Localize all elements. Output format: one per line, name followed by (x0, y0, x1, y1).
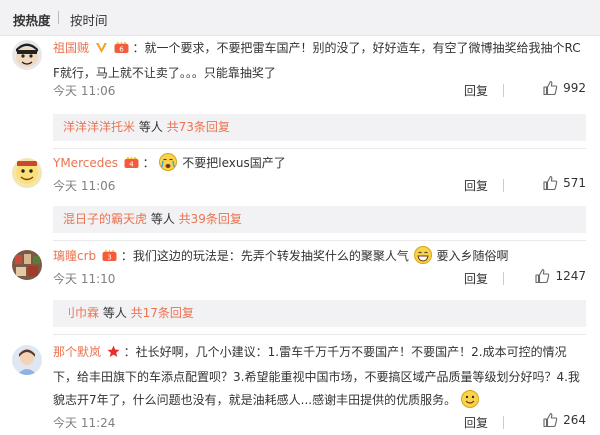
comment-text-end: 要入乡随俗啊 (436, 249, 509, 263)
comment-meta: 今天 11:10 回复 1247 (53, 268, 586, 288)
reply-summary-text: 等人 (147, 212, 179, 226)
star-badge-icon (107, 343, 120, 366)
smiling-face-emoji-icon (460, 390, 479, 408)
like-count: 992 (563, 81, 586, 95)
verified-v-icon (95, 39, 108, 62)
sort-bar: 按热度 按时间 (0, 0, 600, 36)
comment-time: 今天 11:06 (53, 179, 116, 193)
reply-button[interactable]: 回复 (464, 270, 488, 287)
vip-crown-icon: 4 (124, 154, 139, 177)
sort-divider (58, 11, 59, 24)
thumbs-up-icon (535, 268, 550, 284)
reply-summary: 刂巾霖 等人 共17条回复 (53, 300, 586, 327)
thumbs-up-icon (543, 80, 558, 96)
avatar[interactable] (12, 345, 42, 375)
comment-text: 不要把lexus国产了 (182, 156, 286, 170)
username[interactable]: 那个默岚 (53, 345, 101, 359)
comment-divider (53, 334, 586, 335)
thumbs-up-icon (543, 412, 558, 428)
like-button[interactable]: 264 (542, 412, 586, 428)
username[interactable]: 祖国贼 (53, 41, 89, 55)
comment-text: ：我们这边的玩法是：先弄个转发抽奖什么的聚聚人气 (120, 249, 409, 263)
comment-time: 今天 11:10 (53, 272, 116, 286)
reply-user[interactable]: 洋洋洋洋托米 (63, 120, 135, 134)
reply-button[interactable]: 回复 (464, 82, 488, 99)
reply-summary: 混日子的霸天虎 等人 共39条回复 (53, 206, 586, 233)
comment-meta: 今天 11:24 回复 264 (53, 412, 586, 432)
comment-meta: 今天 11:06 回复 992 (53, 80, 586, 100)
more-replies-link[interactable]: 共17条回复 (131, 306, 194, 320)
meta-divider (503, 84, 504, 97)
meta-divider (503, 272, 504, 285)
like-count: 264 (563, 413, 586, 427)
more-replies-link[interactable]: 共73条回复 (167, 120, 230, 134)
comment-text: ：社长好啊，几个小建议：1.雷车千万千万不要国产！不要国产！2.成本可控的情况下… (53, 345, 580, 407)
username[interactable]: 璃瞳crb (53, 249, 96, 263)
comment-meta: 今天 11:06 回复 571 (53, 175, 586, 195)
sort-by-hot-tab[interactable]: 按热度 (13, 10, 51, 29)
grinning-face-emoji-icon (413, 246, 432, 264)
comment-divider (53, 148, 586, 149)
thumbs-up-icon (543, 175, 558, 191)
svg-text:4: 4 (129, 161, 134, 169)
reply-user[interactable]: 刂巾霖 (63, 306, 99, 320)
like-count: 1247 (555, 269, 586, 283)
like-button[interactable]: 1247 (534, 268, 586, 284)
meta-divider (503, 179, 504, 192)
comment-body: YMercedes 4 ： 不要把lexus国产了 (53, 152, 586, 177)
like-button[interactable]: 992 (542, 80, 586, 96)
more-replies-link[interactable]: 共39条回复 (179, 212, 242, 226)
svg-text:3: 3 (107, 254, 111, 262)
comment-time: 今天 11:06 (53, 84, 116, 98)
svg-text:6: 6 (119, 46, 124, 54)
comment-body: 祖国贼 6 ：就一个要求，不要把雷车国产！别的没了，好好造车，有空了微博抽奖给我… (53, 37, 586, 85)
comment-divider (53, 240, 586, 241)
comment-body: 那个默岚 ：社长好啊，几个小建议：1.雷车千万千万不要国产！不要国产！2.成本可… (53, 341, 586, 412)
reply-button[interactable]: 回复 (464, 414, 488, 431)
reply-button[interactable]: 回复 (464, 177, 488, 194)
like-button[interactable]: 571 (542, 175, 586, 191)
avatar[interactable] (12, 250, 42, 280)
reply-summary: 洋洋洋洋托米 等人 共73条回复 (53, 114, 586, 141)
username[interactable]: YMercedes (53, 156, 118, 170)
comment-text: ：就一个要求，不要把雷车国产！别的没了，好好造车，有空了微博抽奖给我抽个RC F… (53, 41, 581, 80)
meta-divider (503, 416, 504, 429)
vip-crown-icon: 3 (102, 247, 117, 270)
reply-user[interactable]: 混日子的霸天虎 (63, 212, 147, 226)
sort-by-time-tab[interactable]: 按时间 (70, 10, 108, 29)
comment-time: 今天 11:24 (53, 416, 116, 430)
comment-body: 璃瞳crb 3 ：我们这边的玩法是：先弄个转发抽奖什么的聚聚人气 要入乡随俗啊 (53, 245, 586, 270)
reply-summary-text: 等人 (135, 120, 167, 134)
avatar[interactable] (12, 40, 42, 70)
vip-crown-icon: 6 (114, 39, 129, 62)
avatar[interactable] (12, 158, 42, 188)
reply-summary-text: 等人 (99, 306, 131, 320)
crying-face-emoji-icon (159, 153, 178, 171)
like-count: 571 (563, 176, 586, 190)
